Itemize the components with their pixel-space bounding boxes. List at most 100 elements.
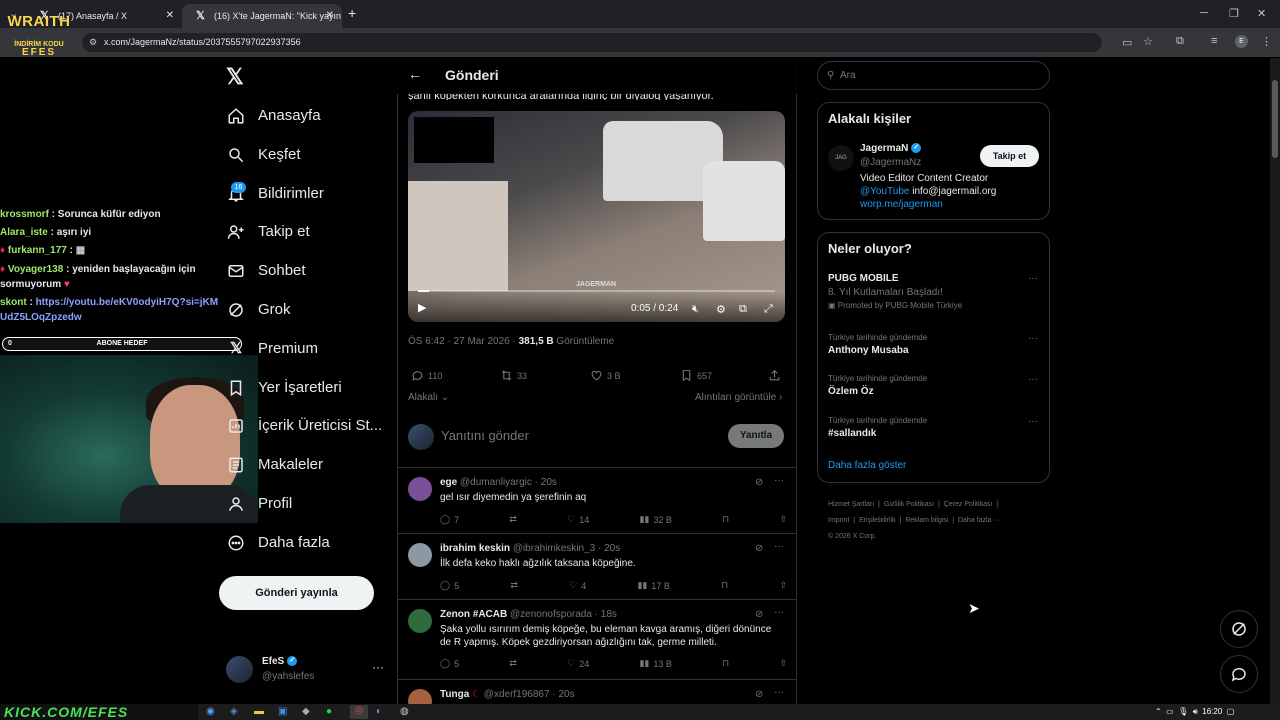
tab-active[interactable]: 𝕏 (16) X'te JagermaN: "Kick yayın ✕: [182, 4, 342, 28]
show-more-link[interactable]: Daha fazla göster: [828, 460, 906, 471]
avatar[interactable]: JAG: [828, 145, 854, 171]
volume-icon[interactable]: 🔊︎: [1193, 707, 1198, 716]
close-tab-icon[interactable]: ✕: [166, 4, 174, 28]
views-action[interactable]: ▮▮ 32 B: [639, 514, 671, 525]
sidebar-item-chat[interactable]: Sohbet: [226, 256, 306, 286]
reply-action[interactable]: ◯ 7: [440, 514, 459, 525]
footer-link[interactable]: Hizmet Şartları: [828, 501, 874, 508]
more-icon[interactable]: ···: [774, 475, 784, 486]
sidebar-item-more[interactable]: Daha fazla: [226, 528, 330, 558]
minimize-icon[interactable]: ─: [1200, 7, 1208, 19]
sidebar-item-grok[interactable]: Grok: [226, 295, 291, 325]
site-info-icon[interactable]: ⚙: [89, 33, 97, 52]
promoted-trend[interactable]: PUBG MOBILE 8. Yıl Kutlamaları Başladı! …: [828, 273, 1038, 310]
notifications-icon[interactable]: ▢: [1227, 707, 1235, 716]
sidebar-item-home[interactable]: Anasayfa: [226, 101, 321, 131]
like-action[interactable]: ♡ 4: [569, 580, 586, 591]
bio-site-link[interactable]: worp.me/jagerman: [860, 199, 943, 210]
footer-link[interactable]: Reklam bilgisi: [905, 517, 948, 524]
grok-icon[interactable]: ⊘: [755, 543, 763, 554]
chrome-menu-icon[interactable]: ⋮: [1261, 35, 1272, 48]
video-player[interactable]: JAGERMAN ▶ 0:05 / 0:24 🔇︎ ⚙ ⧉ ⤢: [408, 111, 785, 322]
sidebar-item-profile[interactable]: Profil: [226, 489, 292, 519]
close-tab-icon[interactable]: ✕: [326, 4, 334, 28]
mic-icon[interactable]: 🎙︎: [1178, 707, 1188, 716]
sidebar-item-premium[interactable]: 𝕏 Premium: [226, 334, 318, 364]
grok-icon[interactable]: ⊘: [755, 477, 763, 488]
share-action[interactable]: [768, 369, 781, 382]
more-icon[interactable]: ···: [1028, 273, 1038, 284]
extensions-icon[interactable]: ⧉: [1176, 35, 1184, 48]
bookmark-star-icon[interactable]: ☆: [1143, 35, 1153, 48]
app-icon[interactable]: ◆: [302, 706, 310, 717]
edge-icon[interactable]: ◉: [206, 706, 215, 717]
discord-icon[interactable]: ◐: [376, 706, 382, 717]
grok-fab[interactable]: [1220, 610, 1258, 648]
repost-action[interactable]: ⇄: [509, 658, 517, 669]
grok-icon[interactable]: ⊘: [755, 609, 763, 620]
volume-icon[interactable]: 🔇︎: [692, 303, 699, 316]
network-icon[interactable]: ▭: [1166, 707, 1174, 716]
footer-link[interactable]: Daha fazla ···: [958, 517, 1000, 524]
sidebar-item-creator-studio[interactable]: İçerik Üreticisi St...: [226, 411, 382, 441]
x-logo-icon[interactable]: 𝕏: [226, 64, 244, 90]
video-progress[interactable]: [418, 290, 775, 292]
store-icon[interactable]: ▣: [278, 706, 287, 717]
bio-link[interactable]: @YouTube: [860, 186, 909, 197]
footer-link[interactable]: Gizlilik Politikası: [884, 501, 934, 508]
scrollbar[interactable]: [1270, 58, 1280, 704]
sidebar-item-articles[interactable]: Makaleler: [226, 450, 323, 480]
bookmark-action[interactable]: ⊓: [722, 514, 729, 525]
repost-action[interactable]: 33: [500, 369, 527, 382]
more-icon[interactable]: ···: [774, 541, 784, 552]
like-action[interactable]: ♡ 24: [567, 658, 589, 669]
view-quotes-link[interactable]: Alıntıları görüntüle ›: [695, 392, 782, 403]
reply-action[interactable]: 110: [411, 369, 442, 382]
repost-action[interactable]: ⇄: [509, 514, 517, 525]
sort-dropdown[interactable]: Alakalı ⌄: [408, 392, 449, 403]
scrollbar-thumb[interactable]: [1272, 80, 1278, 158]
like-action[interactable]: 3 B: [590, 369, 621, 382]
play-icon[interactable]: ▶: [418, 301, 426, 314]
messages-fab[interactable]: [1220, 655, 1258, 693]
like-action[interactable]: ♡ 14: [567, 514, 589, 525]
fullscreen-icon[interactable]: ⤢: [764, 303, 773, 316]
views-action[interactable]: ▮▮ 17 B: [637, 580, 669, 591]
share-action[interactable]: ⇧: [779, 514, 787, 525]
bookmark-action[interactable]: ⊓: [722, 658, 729, 669]
profile-avatar[interactable]: E: [1235, 35, 1248, 48]
obs-icon[interactable]: ◍: [400, 706, 409, 717]
more-icon[interactable]: ···: [1028, 333, 1038, 344]
spotify-icon[interactable]: ●: [326, 706, 332, 717]
reply-action[interactable]: ◯ 5: [440, 658, 459, 669]
account-switcher[interactable]: EfeS ✓ @yahslefes ···: [226, 654, 386, 688]
trend-item[interactable]: Türkiye tarihinde gündemde #sallandık ··…: [828, 416, 1038, 439]
more-icon[interactable]: ···: [774, 607, 784, 618]
grok-icon[interactable]: ⊘: [755, 689, 763, 700]
more-icon[interactable]: ···: [372, 660, 384, 674]
follow-button[interactable]: Takip et: [980, 145, 1039, 167]
views-action[interactable]: ▮▮ 13 B: [639, 658, 671, 669]
chevron-up-icon[interactable]: ⌃: [1155, 707, 1162, 716]
back-arrow-icon[interactable]: ←: [408, 66, 422, 82]
share-action[interactable]: ⇧: [779, 658, 787, 669]
more-icon[interactable]: ···: [1028, 416, 1038, 427]
bookmark-action[interactable]: ⊓: [721, 580, 728, 591]
pip-icon[interactable]: ⧉: [739, 303, 747, 316]
sidebar-item-explore[interactable]: Keşfet: [226, 140, 301, 170]
person-name[interactable]: JagermaN: [860, 143, 908, 154]
comment[interactable]: Zenon #ACAB @zenonofsporada · 18s ⊘ ··· …: [397, 600, 797, 680]
folder-icon[interactable]: ▬: [254, 706, 264, 717]
reply-input[interactable]: Yanıtını gönder: [441, 428, 529, 443]
copilot-icon[interactable]: ◈: [230, 706, 238, 717]
close-window-icon[interactable]: ✕: [1257, 7, 1266, 20]
media-icon[interactable]: ≡: [1211, 35, 1217, 47]
post-button[interactable]: Gönderi yayınla: [219, 576, 374, 610]
install-icon[interactable]: ▭: [1122, 36, 1132, 49]
settings-icon[interactable]: ⚙: [716, 303, 726, 316]
chrome-icon[interactable]: ◎: [350, 705, 368, 719]
bookmark-action[interactable]: 657: [680, 369, 712, 382]
trend-item[interactable]: Türkiye tarihinde gündemde Özlem Öz ···: [828, 374, 1038, 397]
reply-button[interactable]: Yanıtla: [728, 424, 784, 448]
search-input[interactable]: ⚲ Ara: [817, 61, 1050, 90]
